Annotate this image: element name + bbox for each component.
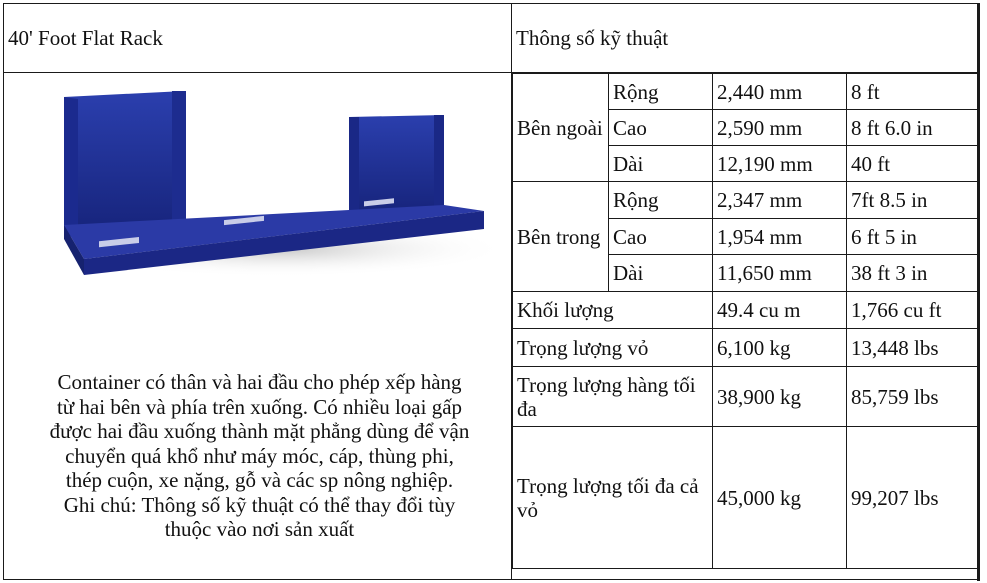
tare-imperial: 13,448 lbs bbox=[846, 328, 978, 367]
description-line: thuộc vào nơi sản xuất bbox=[164, 517, 355, 541]
spec-title: Thông số kỹ thuật bbox=[511, 3, 979, 73]
product-panel: Container có thân và hai đầu cho phép xế… bbox=[3, 72, 515, 580]
outside-label: Bên ngoài bbox=[512, 73, 609, 182]
max-gross-label: Trọng lượng tối đa cả vỏ bbox=[512, 426, 713, 569]
max-payload-metric: 38,900 kg bbox=[712, 366, 847, 427]
max-payload-imperial: 85,759 lbs bbox=[846, 366, 978, 427]
description-line: Ghi chú: Thông số kỹ thuật có thể thay đ… bbox=[63, 492, 456, 517]
max-gross-metric: 45,000 kg bbox=[712, 426, 847, 569]
spec-row-metric: 2,590 mm bbox=[712, 109, 847, 146]
spec-sheet-table: 40' Foot Flat Rack Thông số kỹ thuật Con… bbox=[3, 3, 979, 580]
tare-label: Trọng lượng vỏ bbox=[512, 328, 713, 367]
volume-metric: 49.4 cu m bbox=[712, 291, 847, 329]
volume-label: Khối lượng bbox=[512, 291, 713, 329]
spec-row-name: Dài bbox=[608, 145, 713, 182]
max-gross-imperial: 99,207 lbs bbox=[846, 426, 978, 569]
spec-row-name: Dài bbox=[608, 254, 713, 292]
right-border bbox=[977, 3, 980, 581]
spec-row-imperial: 6 ft 5 in bbox=[846, 218, 978, 255]
flat-rack-container-image bbox=[49, 91, 509, 277]
spec-panel: Bên ngoài Rộng 2,440 mm 8 ft Cao 2,590 m… bbox=[511, 72, 979, 580]
description-line: chuyển quá khổ như máy móc, cáp, thùng p… bbox=[65, 443, 454, 468]
spec-row-metric: 12,190 mm bbox=[712, 145, 847, 182]
description-line: từ hai bên và phía trên xuống. Có nhiều … bbox=[56, 394, 463, 419]
tare-metric: 6,100 kg bbox=[712, 328, 847, 367]
spec-row-metric: 1,954 mm bbox=[712, 218, 847, 255]
spec-row-imperial: 8 ft 6.0 in bbox=[846, 109, 978, 146]
spec-row-metric: 2,347 mm bbox=[712, 181, 847, 219]
spec-row-imperial: 8 ft bbox=[846, 73, 978, 110]
spec-row-name: Cao bbox=[608, 109, 713, 146]
max-payload-label: Trọng lượng hàng tối đa bbox=[512, 366, 713, 427]
spec-row-imperial: 7ft 8.5 in bbox=[846, 181, 978, 219]
spec-row-imperial: 40 ft bbox=[846, 145, 978, 182]
product-title: 40' Foot Flat Rack bbox=[3, 3, 512, 73]
spec-row-imperial: 38 ft 3 in bbox=[846, 254, 978, 292]
description-line: được hai đầu xuống thành mặt phẳng dùng … bbox=[49, 419, 470, 443]
inside-label: Bên trong bbox=[512, 181, 609, 292]
spec-row-name: Cao bbox=[608, 218, 713, 255]
spec-row-name: Rộng bbox=[608, 181, 713, 219]
spec-row-name: Rộng bbox=[608, 73, 713, 110]
spec-row-metric: 2,440 mm bbox=[712, 73, 847, 110]
volume-imperial: 1,766 cu ft bbox=[846, 291, 978, 329]
spec-table: Bên ngoài Rộng 2,440 mm 8 ft Cao 2,590 m… bbox=[512, 73, 978, 569]
description-line: Container có thân và hai đầu cho phép xế… bbox=[57, 370, 462, 394]
description-line: thép cuộn, xe nặng, gỗ và các sp nông ng… bbox=[65, 468, 454, 492]
spec-row-metric: 11,650 mm bbox=[712, 254, 847, 292]
description-text: Container có thân và hai đầu cho phép xế… bbox=[4, 370, 515, 542]
